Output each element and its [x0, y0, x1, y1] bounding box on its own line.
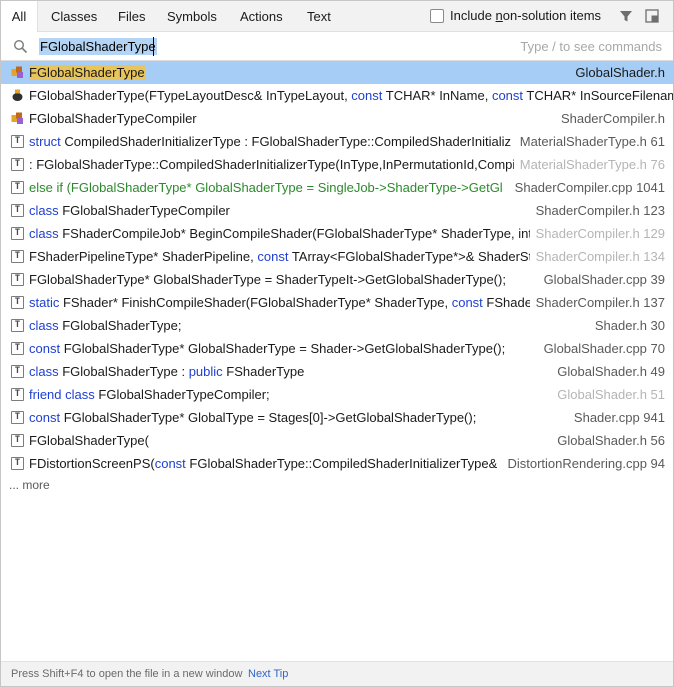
result-code: FDistortionScreenPS(const FGlobalShaderT… — [29, 456, 498, 471]
results-list: ... more FGlobalShaderType GlobalShader.h… — [1, 61, 673, 661]
text-icon: T — [11, 457, 24, 470]
result-file: GlobalShader.cpp 70 — [537, 337, 665, 360]
tip-text: Press Shift+F4 to open the file in a new… — [11, 668, 243, 680]
result-file: MaterialShaderType.h 76 — [513, 153, 665, 176]
text-caret — [153, 37, 154, 56]
result-code: struct CompiledShaderInitializerType : F… — [29, 134, 511, 149]
search-input[interactable]: FGlobalShaderType — [39, 38, 157, 55]
result-code: FGlobalShaderType* GlobalShaderType = Sh… — [29, 272, 506, 287]
search-icon — [13, 39, 28, 54]
class-icon — [11, 112, 23, 124]
result-row[interactable]: Tstatic FShader* FinishCompileShader(FGl… — [1, 291, 673, 314]
result-row[interactable]: Tconst FGlobalShaderType* GlobalShaderTy… — [1, 337, 673, 360]
result-file: ShaderCompiler.cpp 1041 — [508, 176, 665, 199]
result-file: Shader.h 30 — [588, 314, 665, 337]
filter-icon[interactable] — [619, 9, 633, 23]
result-file: Shader.cpp 941 — [567, 406, 665, 429]
search-everywhere-popup: All Classes Files Symbols Actions Text I… — [0, 0, 674, 687]
result-code: class FShaderCompileJob* BeginCompileSha… — [29, 226, 540, 241]
result-file: GlobalShader.h 56 — [551, 429, 665, 452]
result-code: friend class FGlobalShaderTypeCompiler; — [29, 387, 270, 402]
text-icon: T — [11, 227, 24, 240]
result-row[interactable]: FGlobalShaderType GlobalShader.h — [1, 61, 673, 84]
result-code: FShaderPipelineType* ShaderPipeline, con… — [29, 249, 533, 264]
result-row[interactable]: T : FGlobalShaderType::CompiledShaderInit… — [1, 153, 673, 176]
text-icon: T — [11, 319, 24, 332]
result-file: GlobalShader.cpp 39 — [537, 268, 665, 291]
tab-files[interactable]: Files — [118, 1, 145, 32]
text-icon: T — [11, 273, 24, 286]
result-row[interactable]: FGlobalShaderTypeCompiler ShaderCompiler.… — [1, 107, 673, 130]
result-file: GlobalShader.h 51 — [551, 383, 665, 406]
result-code: const FGlobalShaderType* GlobalShaderTyp… — [29, 341, 506, 356]
result-code: else if (FGlobalShaderType* GlobalShader… — [29, 180, 503, 195]
text-icon: T — [11, 411, 24, 424]
constructor-icon — [12, 89, 23, 101]
text-icon: T — [11, 388, 24, 401]
result-row[interactable]: Tfriend class FGlobalShaderTypeCompiler;… — [1, 383, 673, 406]
result-row[interactable]: T FDistortionScreenPS(const FGlobalShader… — [1, 452, 673, 475]
result-file: ShaderCompiler.h — [554, 107, 665, 130]
result-file: ShaderCompiler.h 137 — [529, 291, 665, 314]
result-row[interactable]: T FGlobalShaderType( GlobalShader.h 56 — [1, 429, 673, 452]
result-code: const FGlobalShaderType* GlobalType = St… — [29, 410, 477, 425]
include-non-solution-toggle[interactable]: Include non-solution items — [430, 8, 601, 24]
text-icon: T — [11, 204, 24, 217]
text-icon: T — [11, 135, 24, 148]
result-code: : FGlobalShaderType::CompiledShaderIniti… — [29, 157, 516, 172]
result-file: ShaderCompiler.h 129 — [529, 222, 665, 245]
result-code: class FGlobalShaderType : public FShader… — [29, 364, 305, 379]
search-bar: FGlobalShaderType Type / to see commands — [1, 32, 673, 61]
result-row[interactable]: Telse if (FGlobalShaderType* GlobalShade… — [1, 176, 673, 199]
text-icon: T — [11, 365, 24, 378]
next-tip-link[interactable]: Next Tip — [248, 668, 288, 680]
result-row[interactable]: Tconst FGlobalShaderType* GlobalType = S… — [1, 406, 673, 429]
tab-bar: All Classes Files Symbols Actions Text I… — [1, 1, 673, 32]
result-code: class FGlobalShaderType; — [29, 318, 182, 333]
tab-all[interactable]: All — [1, 1, 38, 32]
result-file: GlobalShader.h — [569, 61, 665, 84]
text-icon: T — [11, 342, 24, 355]
tab-text[interactable]: Text — [307, 1, 331, 32]
tab-actions[interactable]: Actions — [240, 1, 283, 32]
include-non-solution-checkbox[interactable] — [430, 9, 444, 23]
footer: Press Shift+F4 to open the file in a new… — [1, 661, 673, 686]
text-icon: T — [11, 158, 24, 171]
result-row[interactable]: Tclass FGlobalShaderTypeCompiler ShaderCo… — [1, 199, 673, 222]
result-file: DistortionRendering.cpp 94 — [501, 452, 665, 475]
result-code: FGlobalShaderType(FTypeLayoutDesc& InTyp… — [29, 88, 673, 103]
result-row[interactable]: Tclass FGlobalShaderType; Shader.h 30 — [1, 314, 673, 337]
tab-symbols[interactable]: Symbols — [167, 1, 217, 32]
result-file: ShaderCompiler.h 134 — [529, 245, 665, 268]
result-row[interactable]: FGlobalShaderType(FTypeLayoutDesc& InTyp… — [1, 84, 673, 107]
tab-classes[interactable]: Classes — [51, 1, 97, 32]
result-row[interactable]: T FShaderPipelineType* ShaderPipeline, co… — [1, 245, 673, 268]
result-row[interactable]: Tstruct CompiledShaderInitializerType : … — [1, 130, 673, 153]
class-icon — [11, 66, 23, 78]
result-row[interactable]: Tclass FGlobalShaderType : public FShade… — [1, 360, 673, 383]
result-code: class FGlobalShaderTypeCompiler — [29, 203, 230, 218]
result-file: GlobalShader.h 49 — [551, 360, 665, 383]
result-code: FGlobalShaderType — [29, 65, 145, 80]
result-row[interactable]: T FGlobalShaderType* GlobalShaderType = S… — [1, 268, 673, 291]
text-icon: T — [11, 181, 24, 194]
text-icon: T — [11, 250, 24, 263]
text-icon: T — [11, 434, 24, 447]
result-file: MaterialShaderType.h 61 — [513, 130, 665, 153]
include-non-solution-label[interactable]: Include non-solution items — [450, 8, 601, 24]
result-code: FGlobalShaderTypeCompiler — [29, 111, 197, 126]
text-icon: T — [11, 296, 24, 309]
search-hint: Type / to see commands — [520, 39, 662, 54]
result-code: static FShader* FinishCompileShader(FGlo… — [29, 295, 541, 310]
result-file: ShaderCompiler.h 123 — [529, 199, 665, 222]
result-row[interactable]: Tclass FShaderCompileJob* BeginCompileSh… — [1, 222, 673, 245]
open-in-tool-window-icon[interactable] — [645, 9, 659, 23]
result-code: FGlobalShaderType( — [29, 433, 149, 448]
more-link[interactable]: ... more — [9, 478, 50, 492]
